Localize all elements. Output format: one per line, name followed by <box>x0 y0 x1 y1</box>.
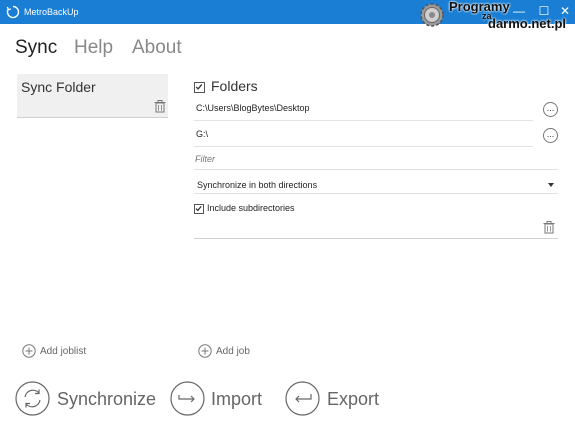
browse-target-button[interactable]: ... <box>543 128 558 143</box>
joblist-item-label: Sync Folder <box>21 79 96 95</box>
browse-source-button[interactable]: ... <box>543 102 558 117</box>
include-subdirectories-label: Include subdirectories <box>207 203 295 213</box>
watermark-line-1: Programy <box>449 0 510 14</box>
gear-logo-icon <box>420 3 444 27</box>
watermark-line-3: darmo.net.pl <box>488 16 567 31</box>
target-path-value: G:\ <box>196 129 209 139</box>
chevron-down-icon <box>548 183 554 187</box>
import-button[interactable]: Import <box>170 381 270 416</box>
import-arrow-icon <box>170 381 205 416</box>
check-icon <box>195 84 203 90</box>
check-icon <box>195 205 202 212</box>
synchronize-button[interactable]: Synchronize <box>15 381 157 416</box>
tab-sync[interactable]: Sync <box>15 37 57 59</box>
trash-icon[interactable] <box>543 221 555 234</box>
export-button[interactable]: Export <box>285 381 385 416</box>
export-label: Export <box>327 389 380 409</box>
sync-arrows-icon <box>15 381 50 416</box>
plus-circle-icon <box>198 344 212 358</box>
add-joblist-button[interactable]: Add joblist <box>22 344 102 360</box>
tab-about[interactable]: About <box>132 37 182 59</box>
folders-label: Folders <box>211 78 258 94</box>
target-path-field[interactable]: G:\ <box>194 125 533 147</box>
import-label: Import <box>211 389 263 409</box>
add-joblist-label: Add joblist <box>40 346 87 357</box>
trash-icon[interactable] <box>154 100 166 113</box>
window-title: MetroBackUp <box>24 7 79 17</box>
sync-circle-icon <box>6 5 20 19</box>
sync-direction-value: Synchronize in both directions <box>197 180 318 190</box>
folders-checkbox[interactable] <box>194 82 205 93</box>
synchronize-label: Synchronize <box>57 389 157 409</box>
add-job-label: Add job <box>216 346 250 357</box>
source-path-field[interactable]: C:\Users\BlogBytes\Desktop <box>194 99 533 121</box>
export-arrow-icon <box>285 381 320 416</box>
include-subdirectories-checkbox[interactable] <box>194 204 204 214</box>
tab-help[interactable]: Help <box>74 37 113 59</box>
filter-placeholder: Filter <box>195 154 215 164</box>
divider <box>194 238 558 239</box>
plus-circle-icon <box>22 344 36 358</box>
sync-direction-select[interactable]: Synchronize in both directions <box>194 177 558 194</box>
joblist-item[interactable]: Sync Folder <box>17 74 168 118</box>
filter-input[interactable]: Filter <box>194 151 558 170</box>
add-job-button[interactable]: Add job <box>198 344 263 360</box>
source-path-value: C:\Users\BlogBytes\Desktop <box>196 103 310 113</box>
watermark: Programy za darmo.net.pl <box>416 0 575 32</box>
